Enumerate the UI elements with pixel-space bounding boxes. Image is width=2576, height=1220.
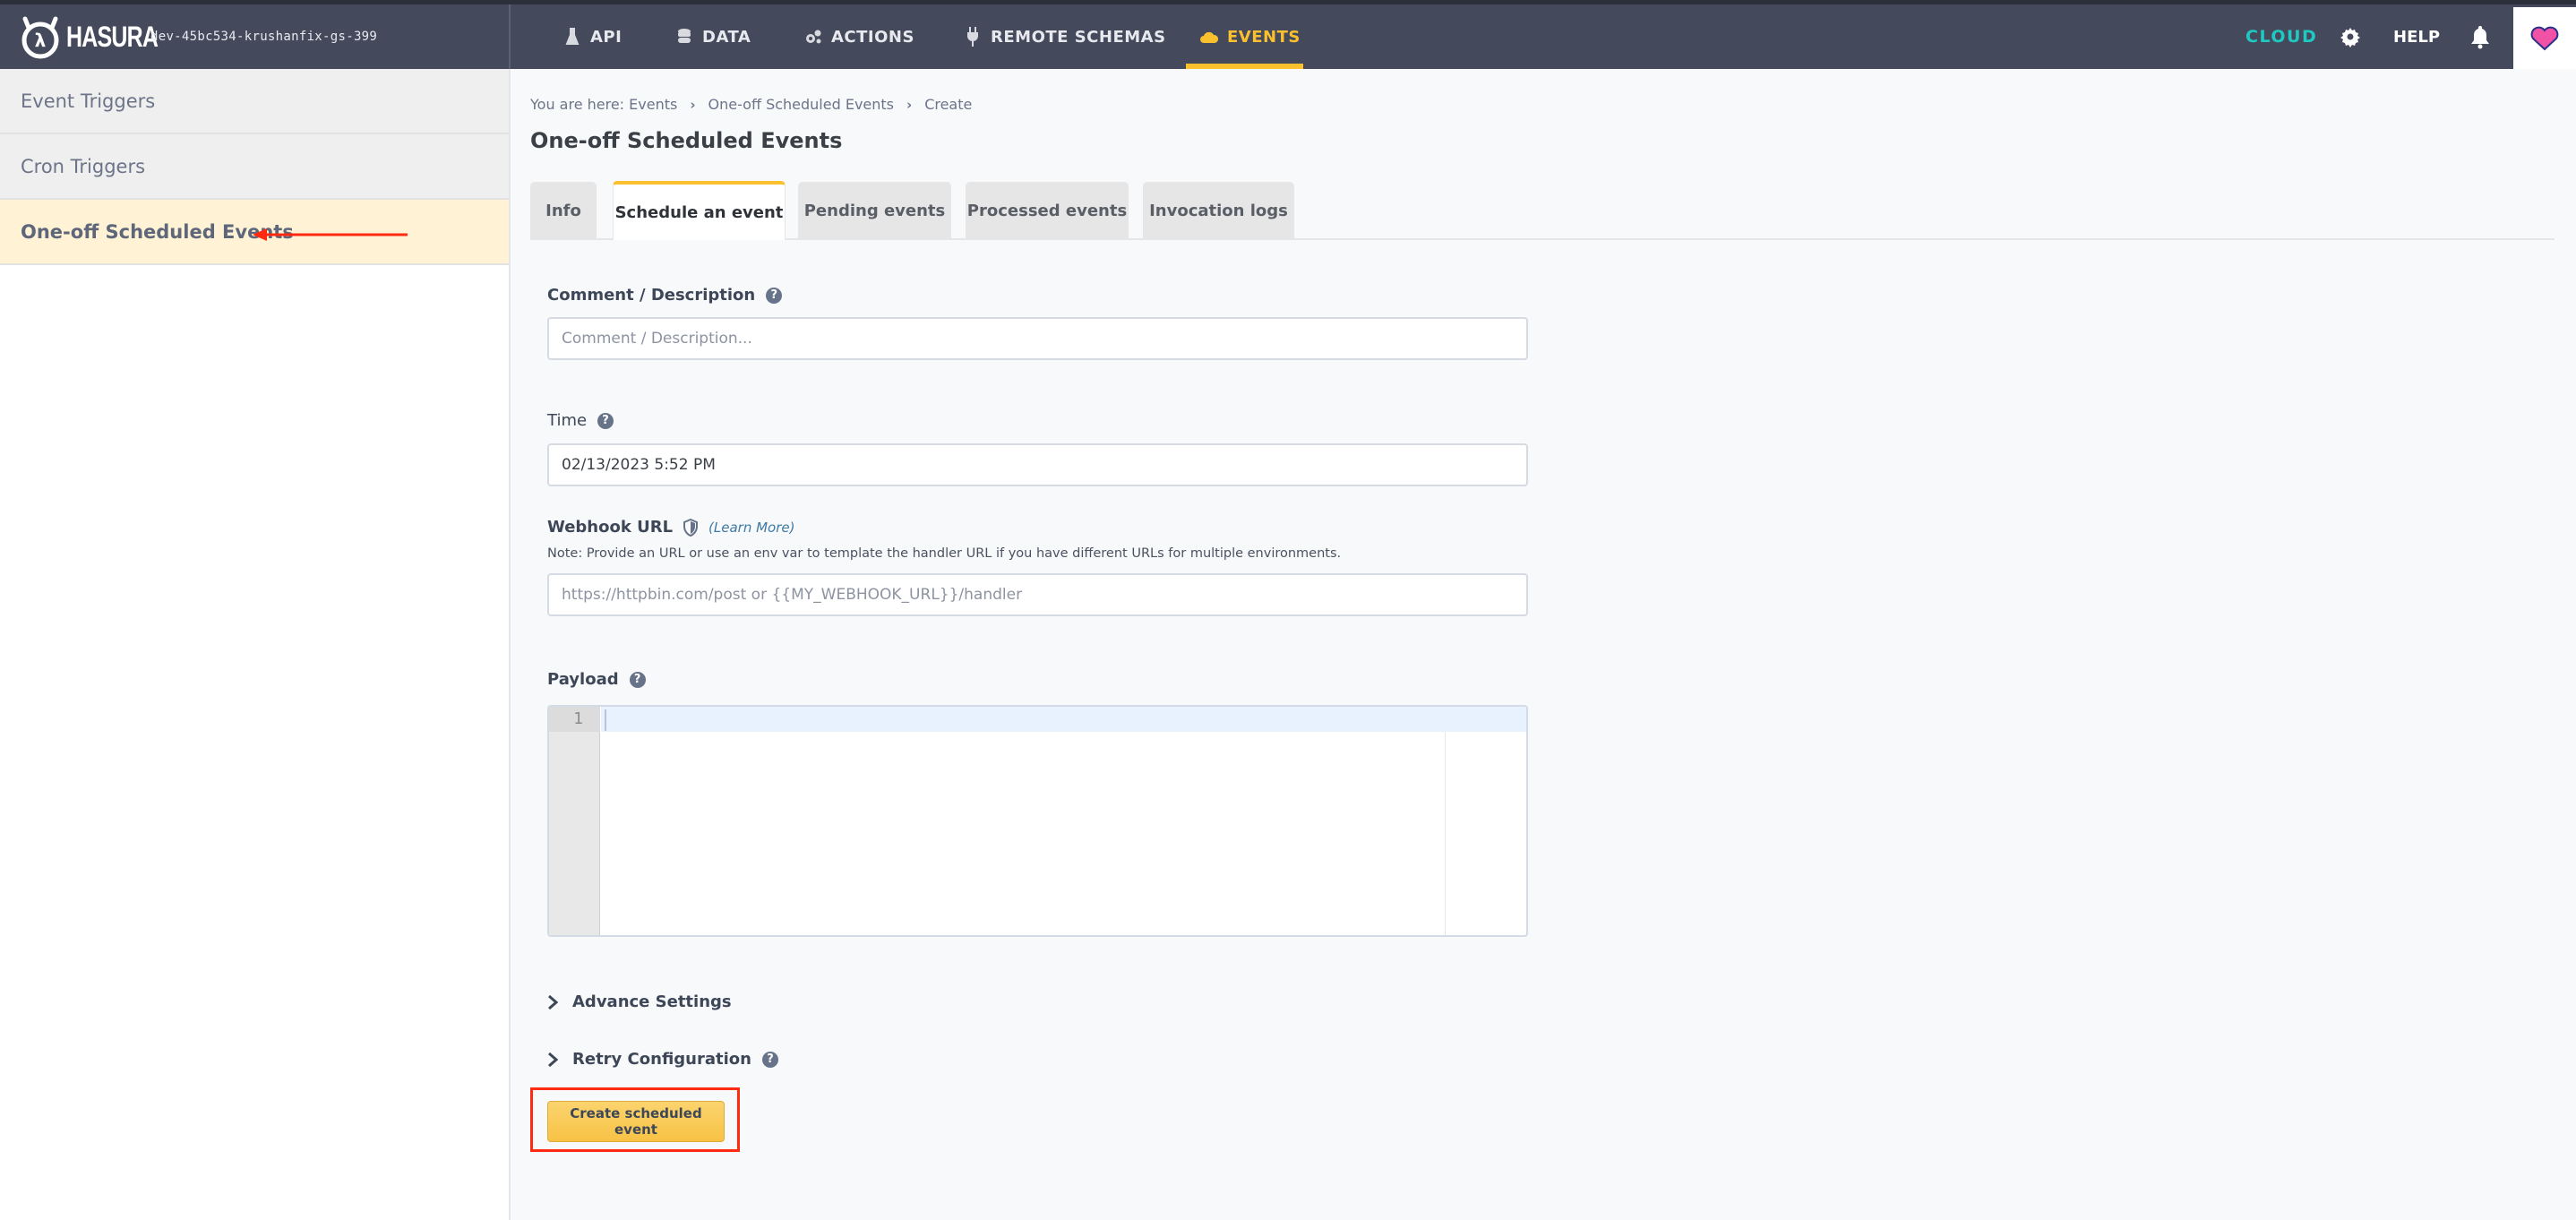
nav-events-label: EVENTS [1227,27,1301,47]
svg-text:λ: λ [35,30,47,51]
webhook-note: Note: Provide an URL or use an env var t… [547,546,1342,561]
chevron-right-icon [548,994,558,1010]
breadcrumb-events[interactable]: You are here: Events [530,96,677,113]
shield-icon [683,518,699,537]
plug-icon [964,27,982,47]
comment-label-text: Comment / Description [547,286,756,305]
webhook-label: Webhook URL (Learn More) [547,518,795,537]
time-input[interactable] [547,443,1528,486]
breadcrumb-one-off[interactable]: One-off Scheduled Events [708,96,894,113]
sidebar: Event Triggers Cron Triggers One-off Sch… [0,69,511,1220]
page-title: One-off Scheduled Events [530,128,843,153]
time-label: Time ? [547,411,614,430]
cloud-link[interactable]: CLOUD [2245,4,2317,69]
heart-button[interactable] [2513,7,2576,69]
project-name: dev-45bc534-krushanfix-gs-399 [150,30,378,44]
comment-label: Comment / Description ? [547,286,783,305]
help-link[interactable]: HELP [2393,4,2440,69]
help-icon[interactable]: ? [629,671,646,688]
help-icon[interactable]: ? [761,1051,778,1068]
tab-info[interactable]: Info [530,182,597,239]
nav-actions-label: ACTIONS [831,27,914,47]
editor-gutter [549,707,600,935]
line-number: 1 [549,707,600,732]
payload-label: Payload ? [547,670,646,689]
brand[interactable]: λ HASURA dev-45bc534-krushanfix-gs-399 [0,4,511,69]
sidebar-item-label: Cron Triggers [21,155,146,177]
nav-api-label: API [590,27,623,47]
nav-events[interactable]: EVENTS [1200,4,1301,69]
breadcrumb: You are here: Events › One-off Scheduled… [530,96,972,113]
print-margin [1445,732,1446,935]
active-line-highlight [601,707,1526,732]
tab-invocation-logs[interactable]: Invocation logs [1143,182,1294,239]
nav-remote-schemas-label: REMOTE SCHEMAS [991,27,1166,47]
heart-icon [2530,26,2559,50]
advance-settings-toggle[interactable]: Advance Settings [547,992,732,1011]
comment-input[interactable] [547,317,1528,360]
cloud-icon [1200,28,1218,46]
gear-icon[interactable] [2340,26,2361,47]
top-navbar: λ HASURA dev-45bc534-krushanfix-gs-399 A… [0,4,2576,69]
tab-schedule-an-event[interactable]: Schedule an event [613,181,786,240]
flask-icon [563,28,581,46]
learn-more-link[interactable]: (Learn More) [708,520,794,536]
advance-settings-label: Advance Settings [572,992,732,1011]
time-label-text: Time [547,411,588,430]
retry-configuration-toggle[interactable]: Retry Configuration ? [547,1050,778,1069]
database-icon [675,28,693,46]
help-icon[interactable]: ? [597,412,614,429]
chevron-right-icon: › [906,96,913,113]
hasura-logo-icon: λ [21,16,59,59]
main-content: You are here: Events › One-off Scheduled… [512,69,2576,1220]
webhook-label-text: Webhook URL [547,518,674,537]
tab-pending-events[interactable]: Pending events [798,182,951,239]
red-arrow-annotation [253,228,408,241]
chevron-right-icon [548,1052,558,1067]
nav-api[interactable]: API [563,4,622,69]
nav-data[interactable]: DATA [675,4,751,69]
sidebar-item-label: Event Triggers [21,90,156,112]
breadcrumb-create: Create [924,96,973,113]
payload-editor[interactable]: 1 [547,705,1528,937]
nav-remote-schemas[interactable]: REMOTE SCHEMAS [964,4,1166,69]
tab-processed-events[interactable]: Processed events [966,182,1129,239]
nav-actions[interactable]: ACTIONS [804,4,914,69]
webhook-url-input[interactable] [547,573,1528,616]
chevron-right-icon: › [690,96,696,113]
help-icon[interactable]: ? [766,287,783,304]
text-cursor [605,709,606,731]
nav-data-label: DATA [702,27,751,47]
sidebar-item-cron-triggers[interactable]: Cron Triggers [0,134,509,200]
create-scheduled-event-button[interactable]: Create scheduled event [547,1101,725,1142]
brand-name: HASURA [66,21,159,53]
retry-configuration-label: Retry Configuration [572,1050,751,1069]
cogs-icon [804,28,822,46]
bell-icon[interactable] [2470,24,2490,49]
sidebar-item-event-triggers[interactable]: Event Triggers [0,69,509,134]
payload-label-text: Payload [547,670,619,689]
